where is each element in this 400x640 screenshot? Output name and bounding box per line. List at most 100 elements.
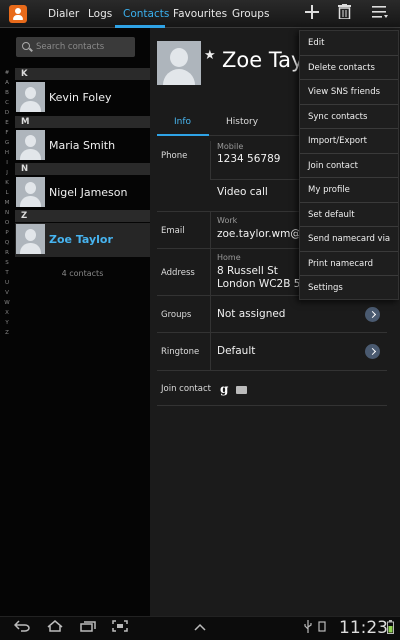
video-call-button[interactable]: Video call <box>217 186 268 198</box>
index-letter-l[interactable]: L <box>0 188 14 198</box>
tab-groups[interactable]: Groups <box>232 0 269 28</box>
address-divider <box>210 249 211 295</box>
menu-item-edit[interactable]: Edit <box>300 31 398 56</box>
contact-name: Kevin Foley <box>49 91 112 104</box>
index-letter-m[interactable]: M <box>0 198 14 208</box>
address-label: Address <box>161 268 195 278</box>
index-letter-a[interactable]: A <box>0 78 14 88</box>
index-letter-s[interactable]: S <box>0 258 14 268</box>
up-arrow-icon[interactable] <box>190 620 210 638</box>
tab-logs[interactable]: Logs <box>88 0 112 28</box>
index-letter-y[interactable]: Y <box>0 318 14 328</box>
ringtone-label: Ringtone <box>161 347 200 357</box>
ringtone-arrow-icon[interactable] <box>365 344 380 359</box>
chevron-up-icon <box>194 623 206 631</box>
address-line-1[interactable]: 8 Russell St <box>217 265 278 277</box>
index-letter-r[interactable]: R <box>0 248 14 258</box>
join-contact-label: Join contact <box>161 384 211 394</box>
index-letter-p[interactable]: P <box>0 228 14 238</box>
home-icon[interactable] <box>45 620 65 638</box>
contact-photo[interactable] <box>157 41 201 85</box>
alphabet-index[interactable]: # A B C D E F G H I J K L M N O P Q R S T U V W X Y Z <box>0 68 14 338</box>
google-icon[interactable]: g <box>220 382 228 396</box>
system-bar: 11:23 <box>0 616 400 640</box>
groups-divider <box>210 296 211 332</box>
index-letter-z[interactable]: Z <box>0 328 14 338</box>
menu-item-my-profile[interactable]: My profile <box>300 178 398 203</box>
ringtone-value[interactable]: Default <box>217 345 255 357</box>
tab-history[interactable]: History <box>226 117 258 127</box>
index-letter-u[interactable]: U <box>0 278 14 288</box>
index-letter-g[interactable]: G <box>0 138 14 148</box>
search-input[interactable] <box>36 40 131 54</box>
list-item-nigel-jameson[interactable]: Nigel Jameson <box>15 176 150 210</box>
delete-bin-icon <box>337 4 351 20</box>
usb-icon <box>302 620 314 638</box>
email-divider <box>210 212 211 248</box>
contact-count: 4 contacts <box>61 269 104 278</box>
row-divider <box>157 405 387 406</box>
menu-item-settings[interactable]: Settings <box>300 276 398 301</box>
ringtone-divider <box>210 333 211 370</box>
groups-arrow-icon[interactable] <box>365 307 380 322</box>
add-contact-icon[interactable] <box>302 4 322 24</box>
favourite-star-icon[interactable]: ★ <box>204 48 216 63</box>
recent-apps-icon[interactable] <box>78 620 98 638</box>
index-letter-n[interactable]: N <box>0 208 14 218</box>
index-letter-c[interactable]: C <box>0 98 14 108</box>
avatar <box>16 130 45 160</box>
groups-value[interactable]: Not assigned <box>217 308 285 320</box>
index-letter-d[interactable]: D <box>0 108 14 118</box>
back-icon[interactable] <box>12 620 32 638</box>
chat-icon[interactable] <box>236 386 247 394</box>
tab-contacts[interactable]: Contacts <box>123 0 169 28</box>
back-arrow-icon <box>13 620 30 632</box>
index-letter-i[interactable]: I <box>0 158 14 168</box>
row-divider <box>157 332 387 333</box>
index-letter-x[interactable]: X <box>0 308 14 318</box>
clock: 11:23 <box>339 618 388 638</box>
groups-label: Groups <box>161 310 192 320</box>
list-item-zoe-taylor[interactable]: Zoe Taylor <box>15 223 150 257</box>
index-letter-b[interactable]: B <box>0 88 14 98</box>
index-letter-q[interactable]: Q <box>0 238 14 248</box>
search-icon <box>22 42 30 50</box>
index-letter-k[interactable]: K <box>0 178 14 188</box>
menu-lines-icon <box>372 6 388 18</box>
capture-frame-icon <box>112 620 128 632</box>
menu-item-sync-contacts[interactable]: Sync contacts <box>300 105 398 129</box>
menu-item-import-export[interactable]: Import/Export <box>300 129 398 154</box>
tab-info[interactable]: Info <box>174 117 191 127</box>
list-item-kevin-foley[interactable]: Kevin Foley <box>15 81 150 115</box>
menu-item-join-contact[interactable]: Join contact <box>300 154 398 178</box>
index-letter-f[interactable]: F <box>0 128 14 138</box>
list-item-maria-smith[interactable]: Maria Smith <box>15 129 150 163</box>
menu-item-set-default[interactable]: Set default <box>300 203 398 227</box>
email-type: Work <box>217 216 238 225</box>
plus-icon <box>305 5 319 19</box>
index-letter-o[interactable]: O <box>0 218 14 228</box>
section-header-n: N <box>15 163 150 175</box>
contacts-app-icon[interactable] <box>9 5 27 23</box>
phone-number[interactable]: 1234 56789 <box>217 153 280 165</box>
index-letter-t[interactable]: T <box>0 268 14 278</box>
screenshot-icon[interactable] <box>110 620 130 638</box>
trash-icon[interactable] <box>334 4 354 24</box>
battery-level-icon <box>386 620 394 634</box>
index-letter-e[interactable]: E <box>0 118 14 128</box>
index-letter-w[interactable]: W <box>0 298 14 308</box>
menu-item-view-sns-friends[interactable]: View SNS friends <box>300 80 398 105</box>
index-letter-j[interactable]: J <box>0 168 14 178</box>
stacked-windows-icon <box>80 621 96 632</box>
overflow-menu-icon[interactable] <box>370 4 390 24</box>
row-divider <box>157 370 387 371</box>
search-box[interactable] <box>16 37 135 57</box>
menu-item-send-namecard[interactable]: Send namecard via <box>300 227 398 252</box>
tab-dialer[interactable]: Dialer <box>48 0 79 28</box>
index-letter-h[interactable]: H <box>0 148 14 158</box>
index-letter-v[interactable]: V <box>0 288 14 298</box>
index-letter-hash[interactable]: # <box>0 68 14 78</box>
menu-item-print-namecard[interactable]: Print namecard <box>300 252 398 276</box>
tab-favourites[interactable]: Favourites <box>173 0 227 28</box>
menu-item-delete-contacts[interactable]: Delete contacts <box>300 56 398 80</box>
